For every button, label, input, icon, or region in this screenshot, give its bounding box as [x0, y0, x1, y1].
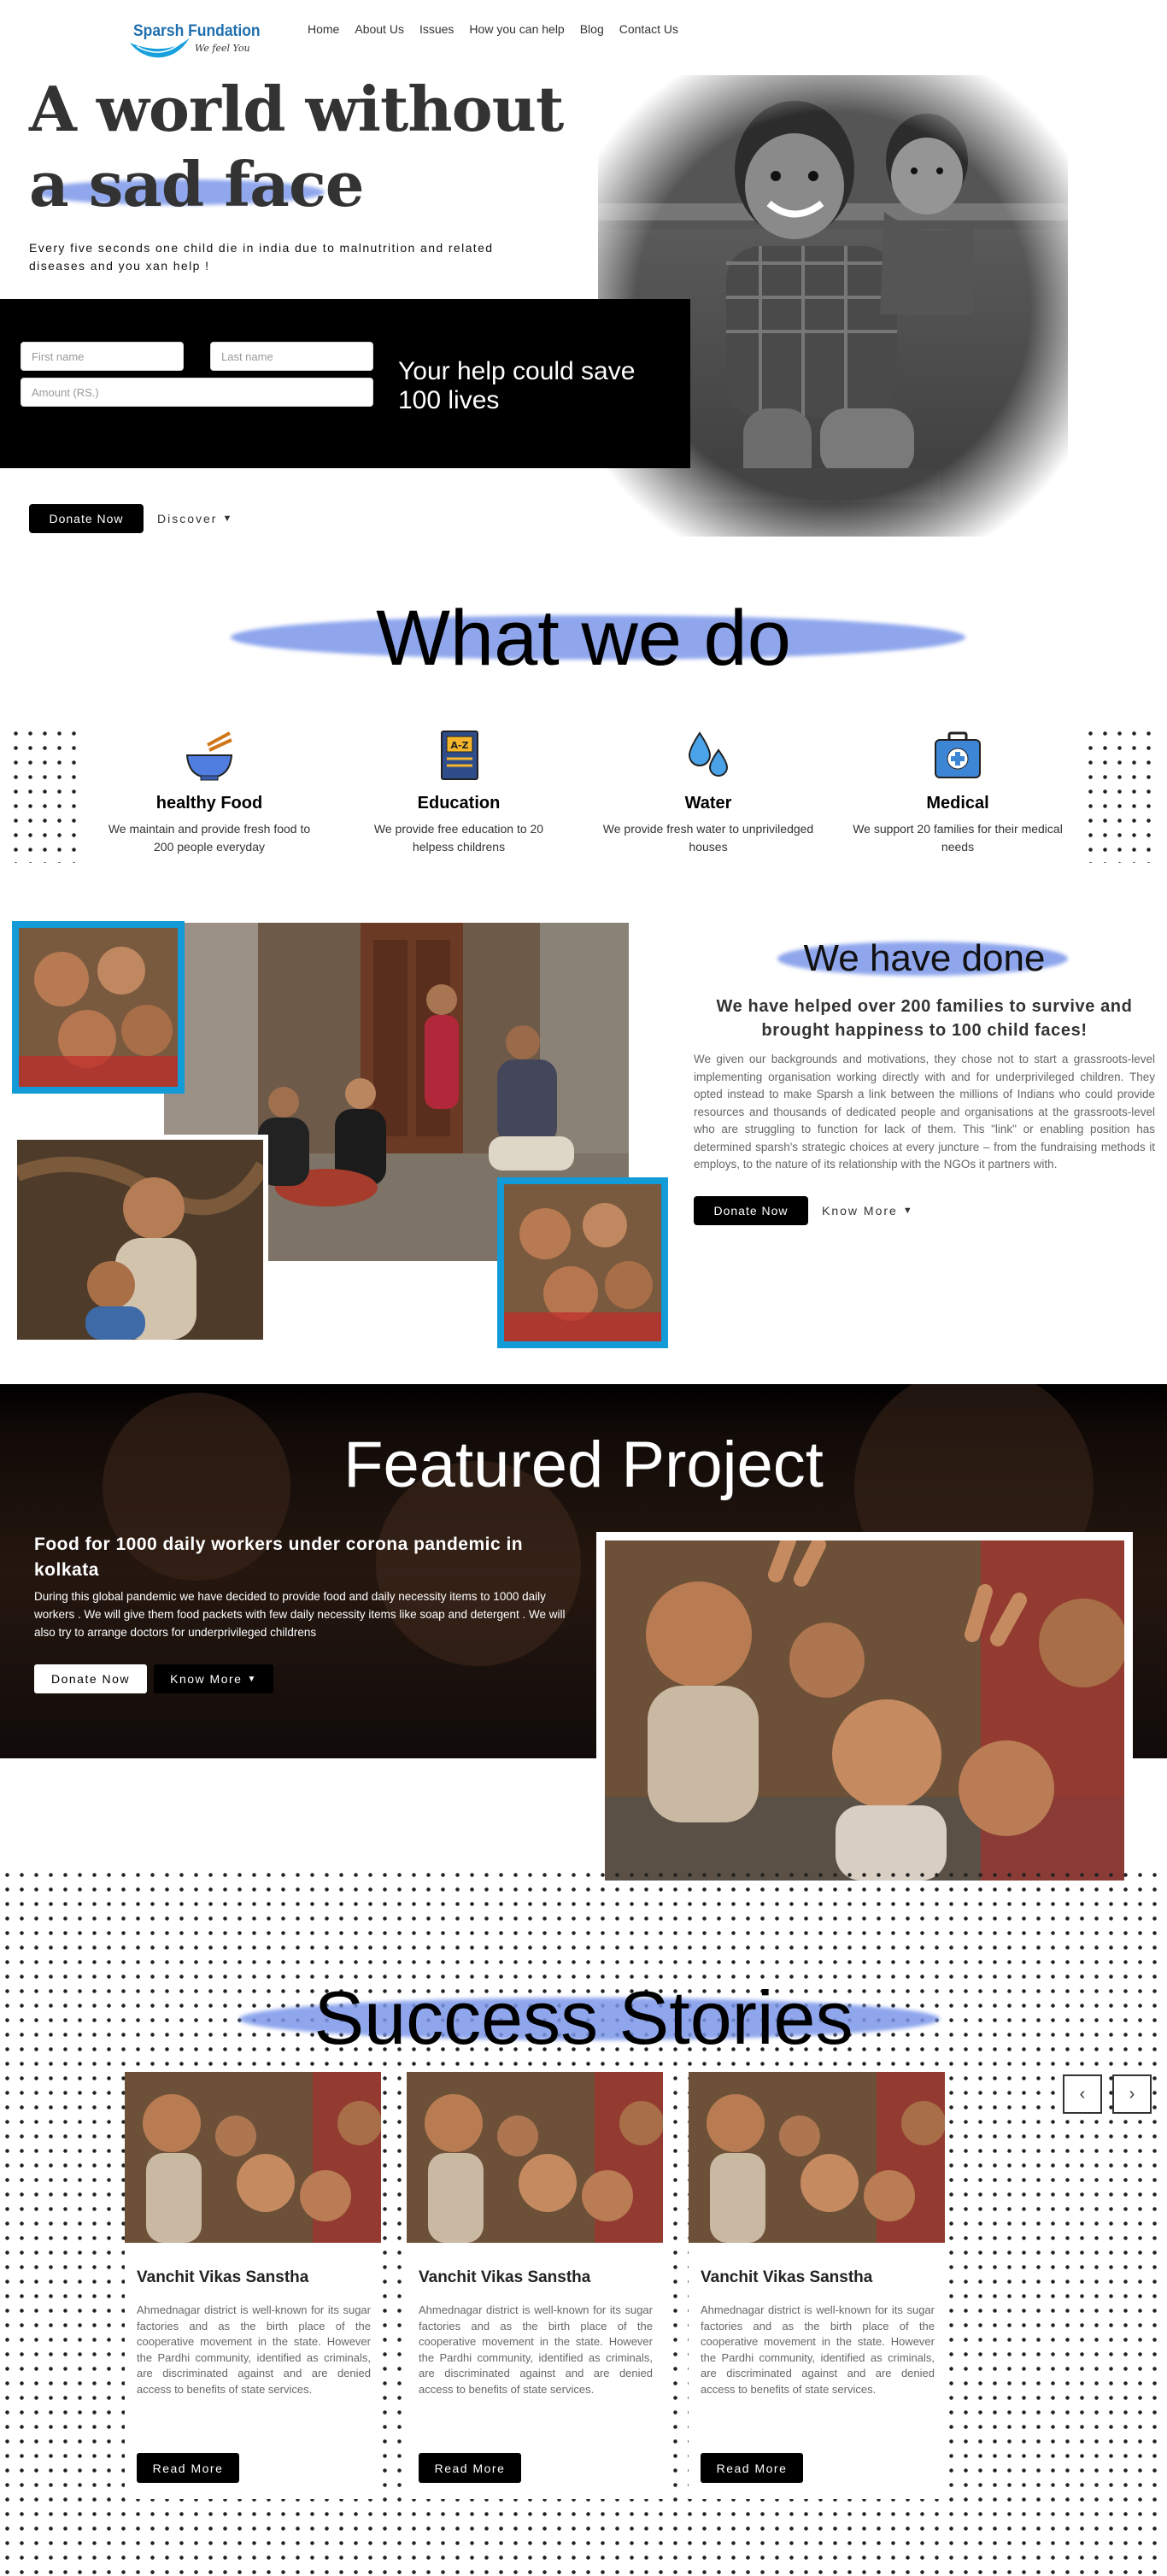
service-card-education: A-Z Education We provide free education …: [352, 728, 566, 856]
children-hugging-photo: [12, 1135, 268, 1345]
food-bowl-icon: [185, 731, 233, 781]
nav-link-contact[interactable]: Contact Us: [619, 22, 678, 36]
read-more-label: Read More: [152, 2461, 224, 2475]
children-photo-framed-bottom: [497, 1177, 668, 1348]
service-title: Water: [684, 794, 732, 813]
read-more-button[interactable]: Read More: [701, 2453, 803, 2483]
feather-logo-icon: [130, 38, 190, 58]
know-more-label: Know More: [822, 1204, 898, 1218]
featured-children-photo: [596, 1532, 1133, 1889]
story-card-2: Vanchit Vikas Sanstha Ahmednagar distric…: [407, 2072, 664, 2499]
we-have-done-body: We given our backgrounds and motivations…: [694, 1053, 1155, 1171]
nav-links: Home About Us Issues How you can help Bl…: [308, 22, 678, 36]
service-title: Education: [417, 794, 501, 813]
featured-project-body: During this global pandemic we have deci…: [34, 1590, 566, 1639]
we-have-done-headline: We have helped over 200 families to surv…: [716, 997, 1133, 1040]
what-we-do-title: What we do: [376, 595, 791, 682]
donate-now-button-2[interactable]: Donate Now: [694, 1196, 808, 1225]
medical-kit-icon: [935, 731, 981, 778]
donate-now-label: Donate Now: [49, 512, 124, 525]
service-text: We provide fresh water to unpriviledged …: [602, 822, 814, 854]
nav-link-home[interactable]: Home: [308, 22, 339, 36]
story-text: Ahmednagar district is well-known for it…: [419, 2303, 653, 2396]
chevron-down-icon: ▼: [247, 1674, 257, 1684]
hero-title-line2: a sad face: [29, 148, 365, 220]
amount-input[interactable]: Amount (RS.): [21, 378, 373, 407]
service-card-food: healthy Food We maintain and provide fre…: [103, 728, 316, 856]
story-title: Vanchit Vikas Sanstha: [701, 2268, 873, 2286]
donate-now-button[interactable]: Donate Now: [29, 504, 144, 533]
service-card-medical: Medical We support 20 families for their…: [851, 728, 1064, 856]
story-image: [407, 2072, 664, 2243]
dot-pattern-right: [1083, 726, 1158, 863]
story-title: Vanchit Vikas Sanstha: [137, 2268, 309, 2286]
nav-link-how-help[interactable]: How you can help: [469, 22, 564, 36]
top-navbar: Sparsh Fundation We feel You Home About …: [0, 0, 1167, 68]
story-image: [125, 2072, 382, 2243]
discover-label: Discover: [157, 512, 218, 525]
first-name-input[interactable]: First name: [21, 342, 184, 371]
book-icon: A-Z: [441, 731, 478, 780]
hero-title-line1: A world without: [29, 73, 564, 145]
children-photo-framed-top: [12, 921, 185, 1094]
story-image: [689, 2072, 946, 2243]
help-message: Your help could save 100 lives: [398, 357, 636, 414]
chevron-right-icon: ›: [1129, 2084, 1135, 2104]
svg-text:A-Z: A-Z: [450, 740, 468, 751]
featured-know-more-button[interactable]: Know More ▼: [154, 1664, 273, 1693]
dot-pattern-left: [9, 726, 84, 863]
last-name-input[interactable]: Last name: [210, 342, 373, 371]
service-text: We provide free education to 20 helpess …: [373, 822, 544, 854]
featured-donate-label: Donate Now: [50, 1672, 131, 1686]
water-drops-icon: [688, 731, 729, 777]
story-text: Ahmednagar district is well-known for it…: [701, 2303, 935, 2396]
discover-button[interactable]: Discover ▼: [157, 509, 233, 528]
service-title: Medical: [926, 794, 989, 813]
donate-now-label: Donate Now: [713, 1204, 789, 1218]
featured-know-more-label: Know More: [170, 1672, 243, 1686]
read-more-button[interactable]: Read More: [137, 2453, 239, 2483]
read-more-label: Read More: [434, 2461, 506, 2475]
carousel-next-button[interactable]: ›: [1112, 2074, 1152, 2114]
chevron-down-icon: ▼: [902, 1206, 914, 1216]
featured-project-headline: Food for 1000 daily workers under corona…: [34, 1534, 524, 1580]
service-title: healthy Food: [155, 794, 263, 813]
chevron-down-icon: ▼: [222, 513, 234, 524]
featured-donate-button[interactable]: Donate Now: [34, 1664, 147, 1693]
we-have-done-title: We have done: [803, 937, 1046, 979]
story-card-3: Vanchit Vikas Sanstha Ahmednagar distric…: [689, 2072, 946, 2499]
hero-title: A world without a sad face: [29, 72, 564, 222]
chevron-left-icon: ‹: [1079, 2084, 1086, 2104]
read-more-button[interactable]: Read More: [419, 2453, 521, 2483]
nav-link-blog[interactable]: Blog: [580, 22, 604, 36]
story-text: Ahmednagar district is well-known for it…: [137, 2303, 371, 2396]
success-stories-title: Success Stories: [314, 1975, 853, 2060]
story-title: Vanchit Vikas Sanstha: [419, 2268, 591, 2286]
brand-tagline: We feel You: [195, 43, 250, 54]
featured-project-title: Featured Project: [343, 1429, 824, 1501]
service-text: We maintain and provide fresh food to 20…: [108, 822, 311, 854]
nav-link-about[interactable]: About Us: [355, 22, 404, 36]
service-text: We support 20 families for their medical…: [853, 822, 1063, 854]
carousel-prev-button[interactable]: ‹: [1063, 2074, 1102, 2114]
nav-link-issues[interactable]: Issues: [419, 22, 454, 36]
service-card-water: Water We provide fresh water to unprivil…: [601, 728, 815, 856]
know-more-button[interactable]: Know More ▼: [822, 1201, 914, 1220]
hero-subtitle: Every five seconds one child die in indi…: [29, 241, 494, 273]
read-more-label: Read More: [716, 2461, 788, 2475]
brand-logo[interactable]: Sparsh Fundation We feel You: [128, 15, 265, 65]
story-card-1: Vanchit Vikas Sanstha Ahmednagar distric…: [125, 2072, 382, 2499]
